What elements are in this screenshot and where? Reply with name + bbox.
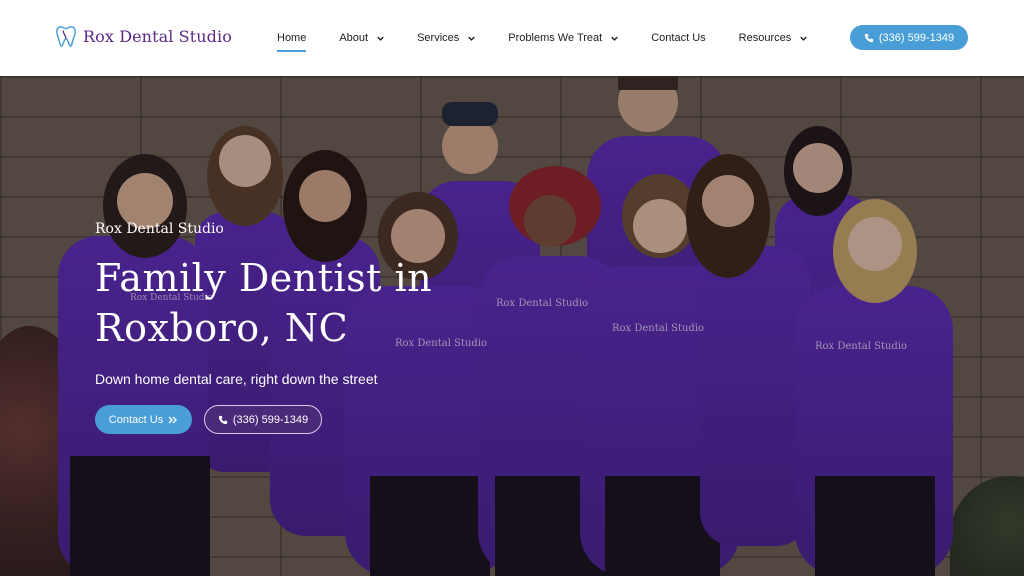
- logo-text: Rox Dental Studio: [83, 26, 232, 46]
- nav-about[interactable]: About: [339, 0, 384, 76]
- nav-services[interactable]: Services: [417, 0, 476, 76]
- nav-problems-label: Problems We Treat: [508, 32, 603, 44]
- nav-home-label: Home: [277, 32, 307, 44]
- chevron-down-icon: [468, 36, 476, 41]
- hero-section: Rox Dental Studio Rox Dental Studio Rox …: [0, 76, 1024, 576]
- header-phone-label: (336) 599-1349: [878, 31, 955, 44]
- chevron-down-icon: [800, 36, 808, 41]
- nav-resources-label: Resources: [738, 32, 792, 44]
- logo[interactable]: Rox Dental Studio: [55, 24, 232, 48]
- hero-headline: Family Dentist in Roxboro, NC: [95, 256, 433, 350]
- double-chevron-right-icon: [168, 416, 178, 423]
- call-phone-button[interactable]: (336) 599-1349: [204, 405, 322, 434]
- nav-services-label: Services: [417, 32, 460, 44]
- nav-home[interactable]: Home: [277, 0, 307, 76]
- tooth-logo-icon: [56, 26, 76, 47]
- chevron-down-icon: [377, 36, 384, 41]
- nav-contact[interactable]: Contact Us: [651, 0, 705, 76]
- call-phone-label: (336) 599-1349: [232, 413, 309, 426]
- nav-problems[interactable]: Problems We Treat: [508, 0, 619, 76]
- phone-icon: [864, 33, 874, 42]
- contact-us-label: Contact Us: [108, 413, 164, 426]
- nav-about-label: About: [339, 32, 369, 44]
- site-header: Rox Dental Studio Home About Services Pr…: [0, 0, 1024, 76]
- contact-us-button[interactable]: Contact Us: [95, 405, 192, 434]
- chevron-down-icon: [611, 36, 619, 41]
- phone-icon: [218, 415, 228, 424]
- hero-tagline: Down home dental care, right down the st…: [95, 371, 378, 387]
- hero-cta-row: Contact Us (336) 599-1349: [95, 405, 515, 434]
- main-nav: Home About Services Problems We Treat Co…: [277, 0, 840, 76]
- hero-content: Rox Dental Studio Family Dentist in Roxb…: [95, 221, 515, 434]
- hero-eyebrow: Rox Dental Studio: [95, 221, 224, 237]
- nav-contact-label: Contact Us: [651, 32, 706, 44]
- nav-resources[interactable]: Resources: [739, 0, 808, 76]
- header-phone-button[interactable]: (336) 599-1349: [850, 25, 968, 50]
